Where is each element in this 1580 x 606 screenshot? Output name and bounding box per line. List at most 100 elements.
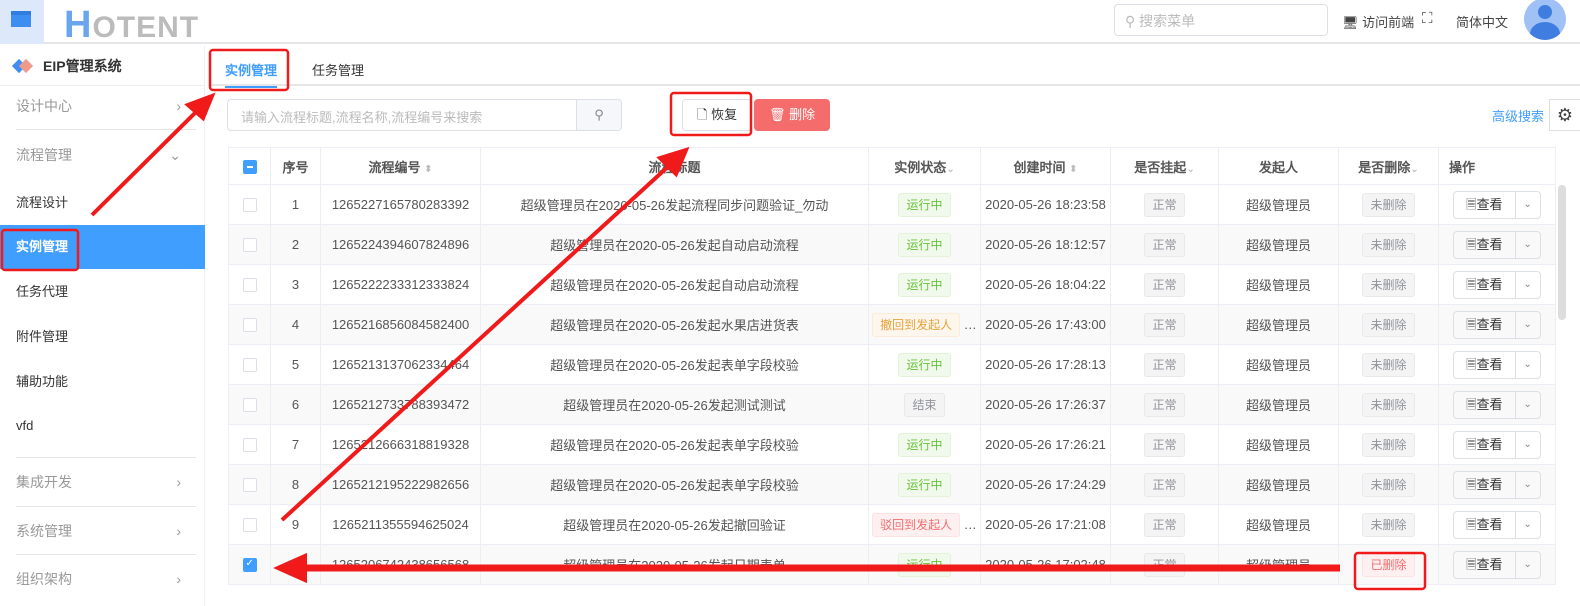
sidebar: EIP管理系统 设计中心 › 流程管理 ⌄ 流程设计 实例管理 任务代理 附件管理 … bbox=[0, 46, 205, 606]
sidebar-group-system[interactable]: 系统管理 › bbox=[0, 509, 205, 553]
view-split-button[interactable]: 🗏查看 ⌄ bbox=[1453, 470, 1541, 499]
advanced-search-link[interactable]: 高级搜索 bbox=[1492, 106, 1544, 125]
instance-search-input[interactable]: 请输入流程标题,流程名称,流程编号来搜索 bbox=[227, 99, 577, 131]
avatar[interactable] bbox=[1524, 0, 1566, 40]
gear-icon[interactable]: ⚙ bbox=[1549, 99, 1580, 131]
chevron-down-icon[interactable]: ⌄ bbox=[1514, 431, 1540, 458]
search-button[interactable]: ⚲ bbox=[576, 99, 622, 131]
col-suspend[interactable]: 是否挂起⌄ bbox=[1110, 147, 1219, 185]
view-split-button[interactable]: 🗏查看 ⌄ bbox=[1453, 230, 1541, 259]
sidebar-group-design[interactable]: 设计中心 › bbox=[0, 84, 205, 128]
row-checkbox[interactable] bbox=[242, 518, 257, 533]
table-row[interactable]: 6 1265212733788393472 超级管理员在2020-05-26发起… bbox=[228, 384, 1556, 425]
view-button[interactable]: 🗏查看 bbox=[1454, 392, 1514, 418]
sidebar-group-flow[interactable]: 流程管理 ⌄ bbox=[0, 133, 205, 177]
view-split-button[interactable]: 🗏查看 ⌄ bbox=[1453, 430, 1541, 459]
sidebar-item-aux[interactable]: 辅助功能 bbox=[0, 360, 205, 404]
sidebar-item-instance[interactable]: 实例管理 bbox=[0, 225, 205, 269]
menu-toggle-button[interactable] bbox=[0, 0, 44, 44]
tab-task-management[interactable]: 任务管理 bbox=[312, 60, 364, 79]
table-row[interactable]: 10 1265206742438656568 超级管理员在2020-05-26发… bbox=[228, 544, 1556, 585]
language-select[interactable]: 简体中文 bbox=[1456, 12, 1508, 31]
view-split-button[interactable]: 🗏查看 ⌄ bbox=[1453, 390, 1541, 419]
restore-button[interactable]: 🗋 恢复 bbox=[682, 99, 753, 131]
chevron-down-icon[interactable]: ⌄ bbox=[1514, 231, 1540, 258]
sidebar-item-vfd[interactable]: vfd bbox=[0, 404, 205, 448]
chevron-down-icon[interactable]: ⌄ bbox=[1514, 351, 1540, 378]
row-checkbox[interactable] bbox=[242, 278, 257, 293]
sidebar-item-attachments[interactable]: 附件管理 bbox=[0, 315, 205, 359]
filter-icon[interactable]: ⌄ bbox=[946, 164, 954, 175]
row-time: 2020-05-26 17:24:29 bbox=[980, 464, 1111, 505]
table-scrollbar[interactable] bbox=[1558, 185, 1566, 320]
view-button[interactable]: 🗏查看 bbox=[1454, 472, 1514, 498]
visit-frontend-link[interactable]: 🖥 访问前端 bbox=[1342, 12, 1414, 31]
table-row[interactable]: 1 1265227165780283392 超级管理员在2020-05-26发起… bbox=[228, 184, 1556, 225]
table-row[interactable]: 2 1265224394607824896 超级管理员在2020-05-26发起… bbox=[228, 224, 1556, 265]
table-row[interactable]: 7 1265212666318819328 超级管理员在2020-05-26发起… bbox=[228, 424, 1556, 465]
row-checkbox[interactable] bbox=[242, 318, 257, 333]
sidebar-group-org[interactable]: 组织架构 › bbox=[0, 557, 205, 601]
chevron-down-icon[interactable]: ⌄ bbox=[1514, 511, 1540, 538]
chevron-down-icon[interactable]: ⌄ bbox=[1514, 191, 1540, 218]
sidebar-item-flow-design[interactable]: 流程设计 bbox=[0, 181, 205, 225]
col-status[interactable]: 实例状态⌄ bbox=[868, 147, 981, 185]
row-checkbox[interactable] bbox=[242, 558, 257, 573]
status-badge: 结束 bbox=[904, 392, 945, 417]
view-split-button[interactable]: 🗏查看 ⌄ bbox=[1453, 190, 1541, 219]
sidebar-item-task-agent[interactable]: 任务代理 bbox=[0, 270, 205, 314]
col-time[interactable]: 创建时间 ⬍ bbox=[980, 147, 1111, 185]
menu-search-input[interactable]: ⚲ 搜索菜单 bbox=[1114, 4, 1328, 36]
row-creator: 超级管理员 bbox=[1218, 384, 1339, 425]
table-row[interactable]: 5 1265213137062334464 超级管理员在2020-05-26发起… bbox=[228, 344, 1556, 385]
fullscreen-icon[interactable]: ⛶ bbox=[1422, 10, 1433, 27]
row-checkbox[interactable] bbox=[242, 198, 257, 213]
col-deleted[interactable]: 是否删除⌄ bbox=[1338, 147, 1439, 185]
tab-instance-management[interactable]: 实例管理 bbox=[225, 60, 278, 88]
col-id[interactable]: 流程编号 ⬍ bbox=[320, 147, 481, 185]
suspend-badge: 正常 bbox=[1144, 192, 1185, 217]
view-split-button[interactable]: 🗏查看 ⌄ bbox=[1453, 550, 1541, 579]
chevron-down-icon[interactable]: ⌄ bbox=[1514, 551, 1540, 578]
view-button[interactable]: 🗏查看 bbox=[1454, 312, 1514, 338]
col-label: 创建时间 bbox=[1013, 159, 1066, 175]
col-actions: 操作 bbox=[1438, 147, 1556, 185]
suspend-cell: 正常 bbox=[1110, 424, 1219, 465]
view-button[interactable]: 🗏查看 bbox=[1454, 352, 1514, 378]
table-row[interactable]: 8 1265212195222982656 超级管理员在2020-05-26发起… bbox=[228, 464, 1556, 505]
view-button[interactable]: 🗏查看 bbox=[1454, 272, 1514, 298]
view-button[interactable]: 🗏查看 bbox=[1454, 192, 1514, 218]
view-split-button[interactable]: 🗏查看 ⌄ bbox=[1453, 310, 1541, 339]
col-label: 是否挂起 bbox=[1134, 159, 1187, 175]
deleted-cell: 未删除 bbox=[1338, 304, 1439, 345]
row-checkbox[interactable] bbox=[242, 398, 257, 413]
view-button[interactable]: 🗏查看 bbox=[1454, 512, 1514, 538]
table-row[interactable]: 9 1265211355594625024 超级管理员在2020-05-26发起… bbox=[228, 504, 1556, 545]
filter-icon[interactable]: ⌄ bbox=[1410, 164, 1418, 175]
table-row[interactable]: 4 1265216856084582400 超级管理员在2020-05-26发起… bbox=[228, 304, 1556, 345]
sort-icon[interactable]: ⬍ bbox=[1069, 164, 1077, 175]
select-all-checkbox[interactable] bbox=[242, 159, 257, 174]
row-checkbox[interactable] bbox=[242, 478, 257, 493]
row-id: 1265224394607824896 bbox=[320, 224, 481, 265]
row-checkbox[interactable] bbox=[242, 438, 257, 453]
sort-icon[interactable]: ⬍ bbox=[424, 164, 432, 175]
chevron-down-icon[interactable]: ⌄ bbox=[1514, 391, 1540, 418]
view-button[interactable]: 🗏查看 bbox=[1454, 232, 1514, 258]
filter-icon[interactable]: ⌄ bbox=[1186, 164, 1194, 175]
row-checkbox[interactable] bbox=[242, 358, 257, 373]
view-split-button[interactable]: 🗏查看 ⌄ bbox=[1453, 270, 1541, 299]
view-button[interactable]: 🗏查看 bbox=[1454, 552, 1514, 578]
chevron-down-icon[interactable]: ⌄ bbox=[1514, 271, 1540, 298]
sidebar-group-integration[interactable]: 集成开发 › bbox=[0, 460, 205, 504]
view-split-button[interactable]: 🗏查看 ⌄ bbox=[1453, 510, 1541, 539]
view-split-button[interactable]: 🗏查看 ⌄ bbox=[1453, 350, 1541, 379]
table-row[interactable]: 3 1265222233312333824 超级管理员在2020-05-26发起… bbox=[228, 264, 1556, 305]
chevron-down-icon[interactable]: ⌄ bbox=[1514, 311, 1540, 338]
row-checkbox[interactable] bbox=[242, 238, 257, 253]
view-label: 查看 bbox=[1476, 276, 1503, 292]
view-button[interactable]: 🗏查看 bbox=[1454, 432, 1514, 458]
delete-button[interactable]: 🗑 删除 bbox=[754, 99, 831, 131]
chevron-down-icon[interactable]: ⌄ bbox=[1514, 471, 1540, 498]
restore-label: 恢复 bbox=[711, 107, 738, 122]
